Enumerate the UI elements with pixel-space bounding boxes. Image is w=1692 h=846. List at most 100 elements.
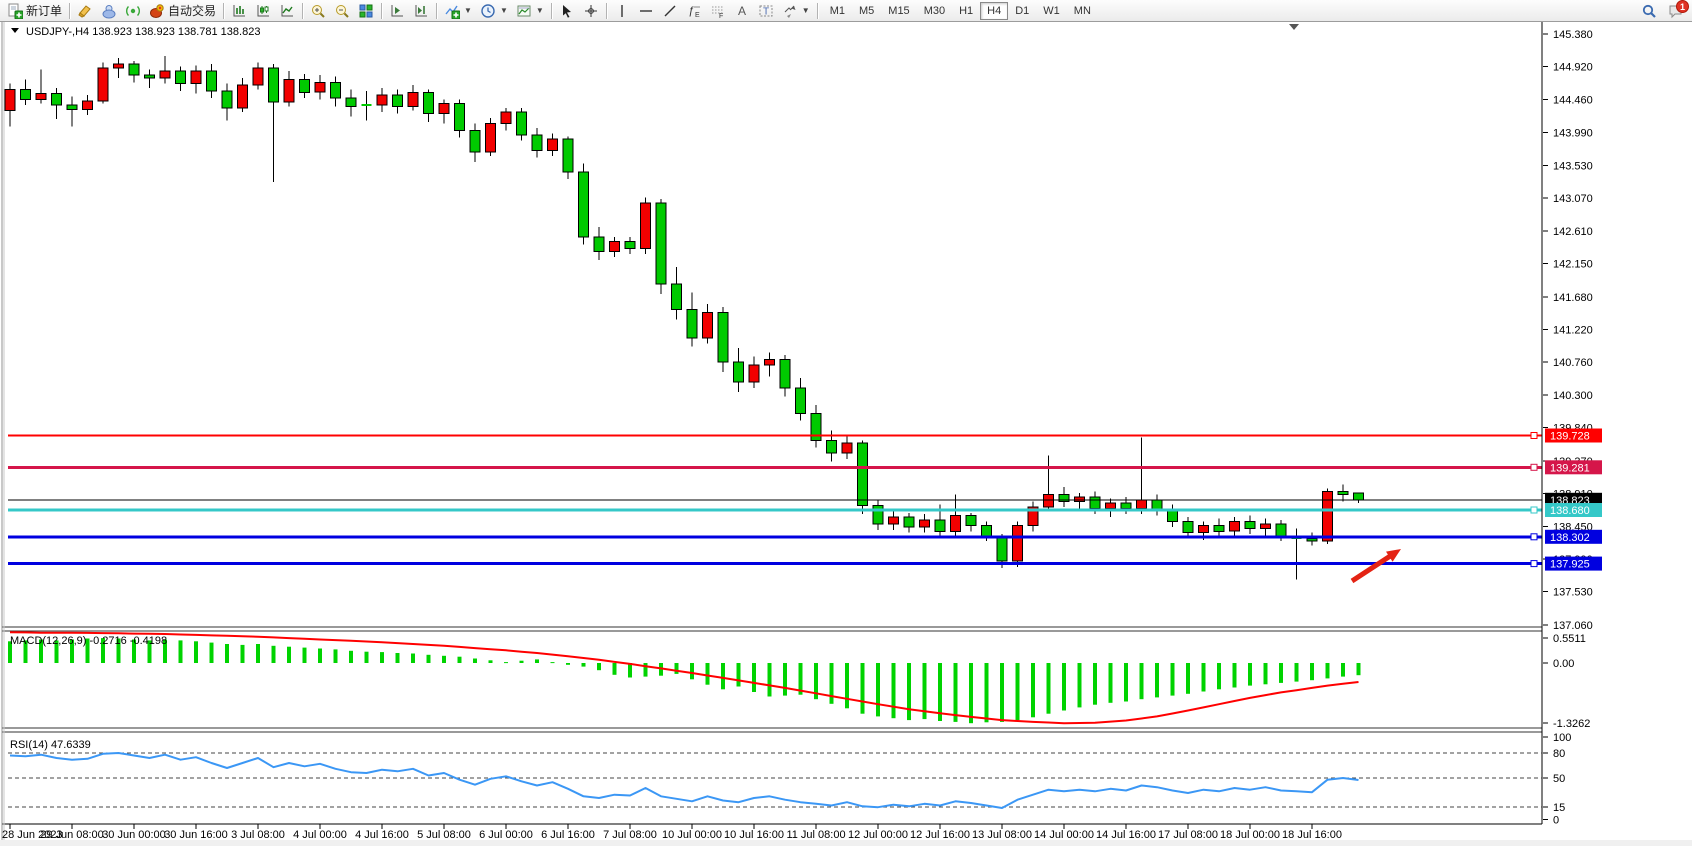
line-handle[interactable] — [1531, 561, 1537, 567]
timeframe-m30[interactable]: M30 — [917, 2, 952, 20]
rsi-axis-tick: 80 — [1553, 748, 1565, 760]
text-icon: A — [734, 3, 750, 19]
date-axis-label: 14 Jul 00:00 — [1034, 829, 1094, 841]
macd-histogram-bar — [272, 646, 276, 663]
equidistant-channel-icon: ƒE — [686, 3, 702, 19]
candle — [687, 310, 697, 338]
line-handle[interactable] — [1531, 507, 1537, 513]
text-button[interactable]: A — [730, 1, 754, 21]
candle — [238, 85, 248, 108]
auto-trading-button[interactable]: 自动交易 — [145, 1, 220, 21]
notification-badge: 1 — [1676, 0, 1689, 13]
chevron-down-icon: ▼ — [802, 6, 810, 15]
fibonacci-button[interactable]: F — [706, 1, 730, 21]
price-axis-tick: 143.070 — [1553, 193, 1593, 205]
macd-histogram-bar — [210, 643, 214, 663]
timeframe-d1[interactable]: D1 — [1008, 2, 1036, 20]
timeframe-h4[interactable]: H4 — [980, 2, 1008, 20]
new-order-label: 新订单 — [26, 2, 62, 19]
chart-background[interactable] — [0, 22, 1692, 840]
rsi-axis-tick: 0 — [1553, 815, 1559, 827]
date-axis-label: 3 Jul 08:00 — [231, 829, 285, 841]
candle — [641, 203, 651, 249]
candle-chart-button[interactable] — [251, 1, 275, 21]
trendline-button[interactable] — [658, 1, 682, 21]
candle — [594, 237, 604, 251]
search-button[interactable] — [1637, 1, 1661, 21]
macd-histogram-bar — [876, 663, 880, 716]
text-label-icon: T — [758, 3, 774, 19]
add-indicator-button[interactable]: ▼ — [440, 1, 476, 21]
arrows-button[interactable]: ▼ — [778, 1, 814, 21]
macd-histogram-bar — [737, 663, 741, 687]
cursor-icon — [559, 3, 575, 19]
macd-histogram-bar — [954, 663, 958, 722]
macd-histogram-bar — [1016, 663, 1020, 720]
separator — [302, 3, 303, 19]
horizontal-line-button[interactable] — [634, 1, 658, 21]
timeframe-h1[interactable]: H1 — [952, 2, 980, 20]
candle — [1106, 503, 1116, 509]
candle — [5, 89, 15, 110]
macd-histogram-bar — [1078, 663, 1082, 707]
date-axis-label: 6 Jul 00:00 — [479, 829, 533, 841]
separator — [381, 3, 382, 19]
chat-button[interactable]: 1 — [1661, 1, 1689, 21]
separator — [69, 3, 70, 19]
styler-button[interactable] — [73, 1, 97, 21]
macd-histogram-bar — [1155, 663, 1159, 697]
line-handle[interactable] — [1531, 464, 1537, 470]
date-axis-label: 10 Jul 00:00 — [662, 829, 722, 841]
scroll-to-end-button[interactable] — [385, 1, 409, 21]
macd-histogram-bar — [256, 644, 260, 663]
equidistant-channel-button[interactable]: ƒE — [682, 1, 706, 21]
timeframe-mn[interactable]: MN — [1067, 2, 1098, 20]
bar-chart-button[interactable] — [227, 1, 251, 21]
new-order-button[interactable]: 新订单 — [3, 1, 66, 21]
candle — [703, 313, 713, 339]
chart-canvas[interactable]: 145.380144.920144.460143.990143.530143.0… — [0, 0, 1692, 846]
cloud-account-button[interactable] — [97, 1, 121, 21]
signal-icon — [125, 3, 141, 19]
cursor-button[interactable] — [555, 1, 579, 21]
tile-windows-button[interactable] — [354, 1, 378, 21]
candle — [83, 101, 93, 110]
chart-shift-button[interactable] — [409, 1, 433, 21]
text-label-button[interactable]: T — [754, 1, 778, 21]
vertical-line-button[interactable] — [610, 1, 634, 21]
candle — [331, 82, 341, 98]
date-axis-label: 18 Jul 00:00 — [1220, 829, 1280, 841]
svg-text:137.925: 137.925 — [1550, 559, 1590, 571]
crosshair-button[interactable] — [579, 1, 603, 21]
line-handle[interactable] — [1531, 433, 1537, 439]
svg-text:ƒ: ƒ — [688, 5, 694, 17]
line-handle[interactable] — [1531, 534, 1537, 540]
macd-histogram-bar — [1124, 663, 1128, 702]
period-button[interactable]: ▼ — [476, 1, 512, 21]
separator — [223, 3, 224, 19]
macd-histogram-bar — [1357, 663, 1361, 675]
timeframe-m5[interactable]: M5 — [852, 2, 881, 20]
zoom-in-button[interactable] — [306, 1, 330, 21]
candle — [1121, 503, 1131, 509]
timeframe-m1[interactable]: M1 — [823, 2, 852, 20]
candle — [1307, 538, 1317, 541]
candle — [21, 89, 31, 99]
candle — [439, 104, 449, 114]
candle — [1059, 494, 1069, 501]
template-button[interactable]: ▼ — [512, 1, 548, 21]
candle — [734, 362, 744, 382]
search-icon — [1641, 3, 1657, 19]
timeframe-w1[interactable]: W1 — [1036, 2, 1067, 20]
macd-histogram-bar — [380, 652, 384, 663]
price-axis-tick: 142.150 — [1553, 258, 1593, 270]
separator — [606, 3, 607, 19]
macd-histogram-bar — [1140, 663, 1144, 699]
macd-histogram-bar — [628, 663, 632, 678]
line-chart-button[interactable] — [275, 1, 299, 21]
macd-histogram-bar — [969, 663, 973, 723]
zoom-out-button[interactable] — [330, 1, 354, 21]
timeframe-m15[interactable]: M15 — [881, 2, 916, 20]
candle — [672, 284, 682, 310]
signal-button[interactable] — [121, 1, 145, 21]
